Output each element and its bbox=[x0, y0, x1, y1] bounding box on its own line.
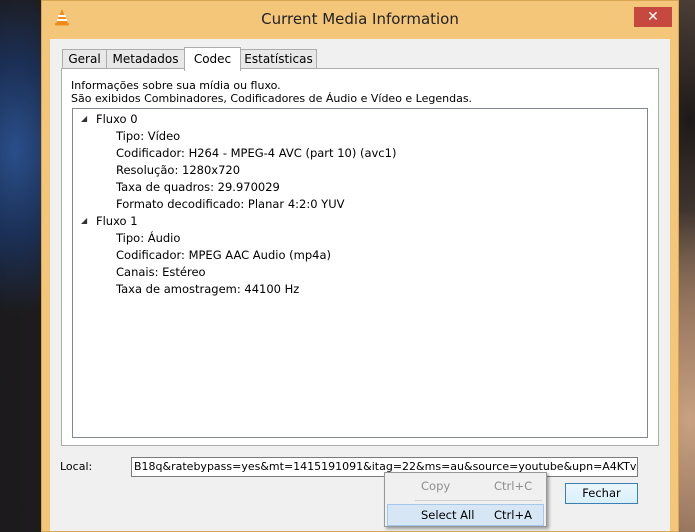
title-bar[interactable]: Current Media Information ✕ bbox=[42, 1, 678, 39]
description-line-1: Informações sobre sua mídia ou fluxo. bbox=[71, 79, 281, 92]
menu-item-label: Select All bbox=[421, 508, 475, 522]
tab-codec[interactable]: Codec bbox=[184, 47, 241, 71]
codec-panel: Informações sobre sua mídia ou fluxo. Sã… bbox=[61, 68, 659, 446]
tree-leaf[interactable]: Formato decodificado: Planar 4:2:0 YUV bbox=[116, 197, 344, 211]
tree-node-stream-1[interactable]: Fluxo 1 bbox=[96, 214, 138, 228]
tab-geral[interactable]: Geral bbox=[62, 49, 107, 69]
tree-leaf[interactable]: Codificador: H264 - MPEG-4 AVC (part 10)… bbox=[116, 146, 396, 160]
menu-item-shortcut: Ctrl+A bbox=[494, 508, 532, 522]
local-label: Local: bbox=[60, 460, 93, 473]
menu-item-label: Copy bbox=[421, 479, 451, 493]
tree-leaf[interactable]: Canais: Estéreo bbox=[116, 265, 206, 279]
dialog-body: Geral Metadados Codec Estatísticas Infor… bbox=[50, 39, 670, 531]
tree-leaf[interactable]: Resolução: 1280x720 bbox=[116, 163, 240, 177]
tree-leaf[interactable]: Taxa de quadros: 29.970029 bbox=[116, 180, 280, 194]
window-title: Current Media Information bbox=[261, 10, 459, 28]
stream-tree[interactable]: ◢ Fluxo 0 Tipo: Vídeo Codificador: H264 … bbox=[72, 108, 648, 438]
collapse-triangle-icon[interactable]: ◢ bbox=[81, 114, 87, 123]
close-window-button[interactable]: ✕ bbox=[634, 7, 672, 27]
menu-item-select-all[interactable]: Select All Ctrl+A bbox=[387, 504, 544, 526]
menu-separator bbox=[415, 500, 542, 501]
tree-leaf[interactable]: Codificador: MPEG AAC Audio (mp4a) bbox=[116, 248, 331, 262]
tab-metadados[interactable]: Metadados bbox=[106, 49, 185, 69]
menu-item-shortcut: Ctrl+C bbox=[494, 479, 533, 493]
tree-leaf[interactable]: Tipo: Vídeo bbox=[116, 129, 180, 143]
tree-leaf[interactable]: Taxa de amostragem: 44100 Hz bbox=[116, 282, 299, 296]
tab-estatisticas[interactable]: Estatísticas bbox=[240, 49, 317, 69]
collapse-triangle-icon[interactable]: ◢ bbox=[81, 216, 87, 225]
fechar-button[interactable]: Fechar bbox=[565, 483, 638, 504]
tree-leaf[interactable]: Tipo: Áudio bbox=[116, 231, 180, 245]
description-line-2: São exibidos Combinadores, Codificadores… bbox=[71, 92, 473, 105]
context-menu: Copy Ctrl+C Select All Ctrl+A bbox=[384, 472, 547, 527]
menu-item-copy[interactable]: Copy Ctrl+C bbox=[387, 475, 544, 497]
codec-description: Informações sobre sua mídia ou fluxo. Sã… bbox=[71, 79, 472, 105]
media-info-window: Current Media Information ✕ Geral Metada… bbox=[41, 0, 679, 532]
tree-node-stream-0[interactable]: Fluxo 0 bbox=[96, 112, 138, 126]
